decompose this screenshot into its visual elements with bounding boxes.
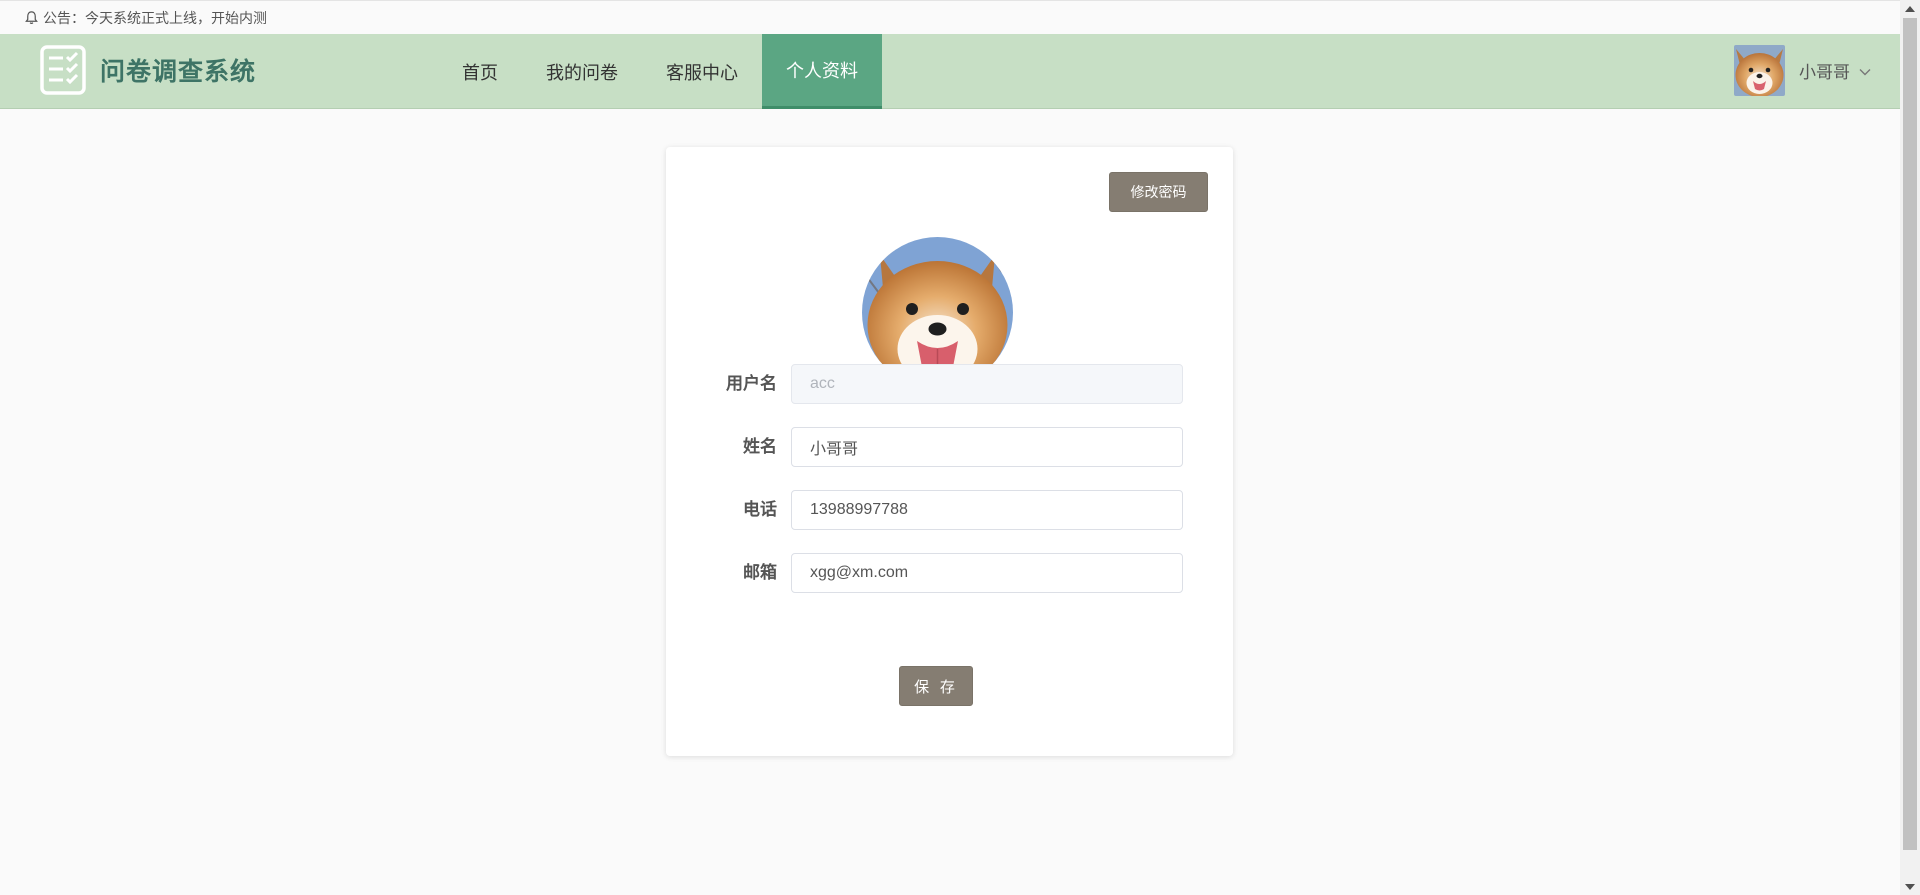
phone-label: 电话 [743, 500, 777, 520]
username-input [791, 364, 1183, 404]
header: 问卷调查系统 首页 我的问卷 客服中心 个人资料 小哥哥 [0, 34, 1900, 109]
profile-card: 修改密码 用户名 acc 姓名 小哥哥 电话 13988997788 邮箱 xg… [666, 147, 1233, 756]
name-input[interactable] [791, 427, 1183, 467]
save-button[interactable]: 保 存 [899, 666, 973, 706]
email-input[interactable] [791, 553, 1183, 593]
bell-icon [24, 10, 39, 25]
main-area: 公告：今天系统正式上线，开始内测 问卷调查系统 首页 我的问卷 客服中心 个人资… [0, 0, 1900, 895]
checklist-icon [40, 45, 86, 95]
scroll-up-icon[interactable] [1900, 0, 1920, 17]
page-scrollbar[interactable] [1900, 0, 1920, 895]
form-row-username: 用户名 [666, 364, 1233, 404]
user-menu[interactable]: 小哥哥 [1734, 45, 1872, 96]
nav-item-customer-service[interactable]: 客服中心 [642, 34, 762, 109]
username-label: 用户名 [726, 374, 777, 394]
email-label: 邮箱 [743, 563, 777, 583]
chevron-down-icon [1858, 64, 1872, 78]
logo-text: 问卷调查系统 [100, 57, 257, 86]
notice-text: 公告：今天系统正式上线，开始内测 [43, 10, 267, 27]
form-row-phone: 电话 [666, 490, 1233, 530]
main-nav: 首页 我的问卷 客服中心 个人资料 [438, 34, 882, 109]
form-row-email: 邮箱 [666, 553, 1233, 593]
nav-item-my-surveys[interactable]: 我的问卷 [522, 34, 642, 109]
scroll-down-icon[interactable] [1900, 878, 1920, 895]
nav-item-profile[interactable]: 个人资料 [762, 34, 882, 109]
scroll-thumb[interactable] [1903, 18, 1917, 850]
logo[interactable]: 问卷调查系统 [40, 45, 256, 95]
nav-item-home[interactable]: 首页 [438, 34, 522, 109]
phone-input[interactable] [791, 490, 1183, 530]
page: 公告：今天系统正式上线，开始内测 问卷调查系统 首页 我的问卷 客服中心 个人资… [0, 0, 1920, 895]
user-avatar [1734, 45, 1785, 96]
notice-bar: 公告：今天系统正式上线，开始内测 [0, 0, 1900, 34]
change-password-button[interactable]: 修改密码 [1109, 172, 1208, 212]
user-name: 小哥哥 [1799, 63, 1850, 83]
name-label: 姓名 [743, 437, 777, 457]
form-row-name: 姓名 [666, 427, 1233, 467]
